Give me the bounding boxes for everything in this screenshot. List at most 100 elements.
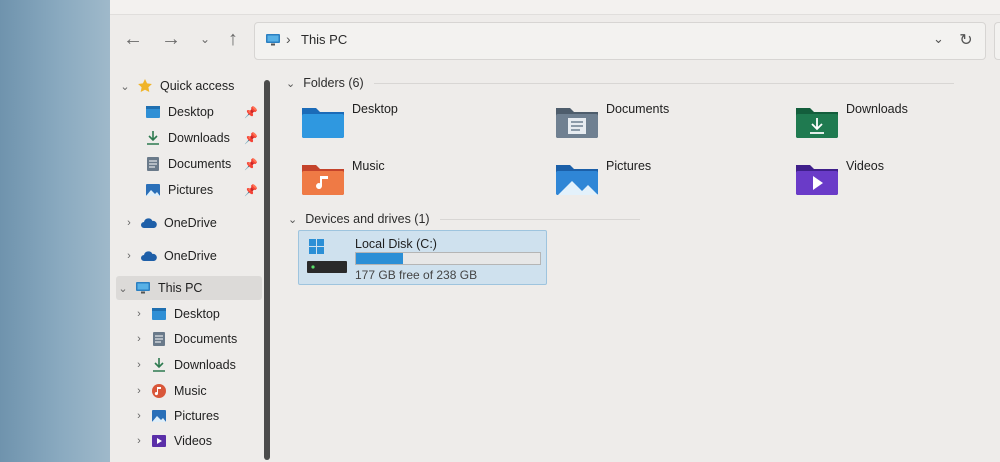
folder-label: Downloads — [846, 102, 908, 116]
folder-label: Documents — [606, 102, 670, 116]
chevron-right-icon: › — [137, 435, 141, 447]
document-icon — [144, 156, 162, 172]
chevron-down-icon: ⌄ — [120, 80, 130, 93]
music-icon — [150, 383, 168, 399]
documents-folder-icon — [556, 108, 598, 138]
drive-local-disk-c[interactable]: Local Disk (C:) 177 GB free of 238 GB — [298, 230, 547, 285]
drive-free-space: 177 GB free of 238 GB — [355, 268, 478, 282]
drive-name: Local Disk (C:) — [355, 237, 437, 251]
folders-group-header[interactable]: ⌄ Folders (6) — [286, 76, 986, 90]
devices-group-header[interactable]: ⌄ Devices and drives (1) — [288, 212, 988, 226]
pin-icon[interactable]: 📌 — [244, 158, 258, 171]
folder-documents[interactable]: Documents — [554, 102, 669, 146]
pin-icon[interactable]: 📌 — [244, 184, 258, 197]
sidebar-item-label: OneDrive — [164, 216, 217, 230]
sidebar-item-pc-documents[interactable]: › Documents — [132, 327, 258, 351]
chevron-down-icon: ⌄ — [288, 213, 298, 226]
chevron-right-icon: › — [137, 333, 141, 345]
sidebar-item-this-pc[interactable]: ⌄ This PC — [116, 276, 262, 300]
pictures-icon — [144, 182, 162, 198]
navigation-pane: ⌄ Quick access Desktop 📌 Downloads 📌 Doc… — [110, 66, 262, 462]
sidebar-item-quick-documents[interactable]: Documents 📌 — [140, 152, 258, 176]
folder-desktop[interactable]: Desktop — [300, 102, 398, 146]
folder-label: Videos — [846, 159, 884, 173]
download-icon — [144, 130, 162, 146]
sidebar-item-label: Downloads — [174, 358, 236, 372]
folders-header-label: Folders (6) — [303, 76, 364, 90]
sidebar-item-label: Music — [174, 384, 207, 398]
sidebar-item-quick-desktop[interactable]: Desktop 📌 — [140, 100, 258, 124]
main-content: ⌄ Folders (6) Desktop Documents Download… — [276, 66, 1000, 462]
drive-usage-bar — [355, 252, 541, 265]
sidebar-item-label: This PC — [158, 281, 203, 295]
music-folder-icon — [302, 165, 344, 195]
sidebar-item-pc-downloads[interactable]: › Downloads — [132, 353, 258, 377]
forward-arrow-icon[interactable]: → — [158, 26, 184, 52]
sidebar-item-label: Documents — [174, 332, 238, 346]
desktop-icon — [150, 306, 168, 322]
hard-drive-icon — [307, 239, 347, 273]
chevron-right-icon: › — [137, 359, 141, 371]
sidebar-item-label: Videos — [174, 434, 212, 448]
divider — [373, 82, 954, 84]
chevron-right-icon: › — [137, 410, 141, 422]
sidebar-item-label: Downloads — [168, 131, 230, 145]
chevron-down-icon: ⌄ — [118, 282, 128, 295]
address-bar[interactable]: › This PC ⌄ ↻ — [254, 22, 986, 60]
pictures-folder-icon — [556, 165, 598, 195]
breadcrumb-this-pc[interactable]: This PC — [301, 32, 347, 47]
chevron-right-icon: › — [137, 308, 141, 320]
sidebar-item-pc-desktop[interactable]: › Desktop — [132, 302, 258, 326]
recent-chevron-down-icon[interactable]: ⌄ — [192, 26, 218, 52]
cloud-icon — [140, 248, 158, 264]
video-icon — [150, 433, 168, 449]
sidebar-item-onedrive-1[interactable]: › OneDrive — [122, 211, 258, 235]
chevron-down-icon: ⌄ — [286, 77, 296, 90]
folder-label: Pictures — [606, 159, 652, 173]
sidebar-item-quick-access[interactable]: ⌄ Quick access — [118, 74, 258, 98]
sidebar-item-label: Desktop — [168, 105, 214, 119]
search-box[interactable] — [994, 22, 1000, 60]
chevron-right-icon: › — [127, 217, 131, 229]
sidebar-item-pc-videos[interactable]: › Videos — [132, 429, 258, 453]
sidebar-item-label: Quick access — [160, 79, 235, 93]
drive-usage-fill — [356, 253, 404, 264]
refresh-icon[interactable]: ↻ — [955, 29, 977, 51]
sidebar-item-quick-downloads[interactable]: Downloads 📌 — [140, 126, 258, 150]
sidebar-item-quick-pictures[interactable]: Pictures 📌 — [140, 178, 258, 202]
screen-bezel — [0, 0, 110, 462]
sidebar-item-onedrive-2[interactable]: › OneDrive — [122, 244, 258, 268]
pictures-icon — [150, 408, 168, 424]
star-icon — [136, 78, 154, 94]
folder-downloads[interactable]: Downloads — [794, 102, 908, 146]
file-explorer-window: ← → ⌄ ↑ › This PC ⌄ ↻ ⌄ Quick access Des… — [110, 0, 1000, 462]
sidebar-item-pc-pictures[interactable]: › Pictures — [132, 404, 258, 428]
sidebar-item-label: OneDrive — [164, 249, 217, 263]
navigation-scrollbar[interactable] — [264, 80, 270, 460]
divider — [439, 218, 640, 220]
folder-label: Music — [352, 159, 385, 173]
address-dropdown-chevron-icon[interactable]: ⌄ — [933, 31, 944, 47]
document-icon — [150, 331, 168, 347]
this-pc-icon — [134, 280, 152, 296]
sidebar-item-label: Documents — [168, 157, 232, 171]
chevron-right-icon: › — [127, 250, 131, 262]
pin-icon[interactable]: 📌 — [244, 132, 258, 145]
back-arrow-icon[interactable]: ← — [120, 26, 146, 52]
title-strip — [110, 0, 1000, 15]
videos-folder-icon — [796, 165, 838, 195]
up-arrow-icon[interactable]: ↑ — [220, 26, 246, 52]
folder-label: Desktop — [352, 102, 398, 116]
folder-videos[interactable]: Videos — [794, 159, 884, 203]
desktop-folder-icon — [302, 108, 344, 138]
pin-icon[interactable]: 📌 — [244, 106, 258, 119]
desktop-icon — [144, 104, 162, 120]
sidebar-item-pc-music[interactable]: › Music — [132, 379, 258, 403]
cloud-icon — [140, 215, 158, 231]
breadcrumb-separator-icon: › — [286, 31, 291, 47]
folder-pictures[interactable]: Pictures — [554, 159, 651, 203]
sidebar-item-label: Pictures — [168, 183, 214, 197]
folder-music[interactable]: Music — [300, 159, 385, 203]
sidebar-item-label: Pictures — [174, 409, 220, 423]
sidebar-item-label: Desktop — [174, 307, 220, 321]
